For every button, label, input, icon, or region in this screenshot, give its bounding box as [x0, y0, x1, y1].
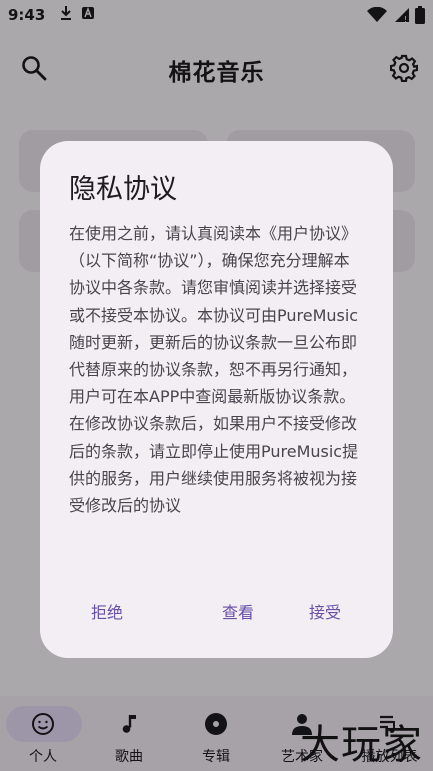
accept-button[interactable]: 接受	[309, 599, 341, 623]
watermark-text: 大玩家	[300, 722, 423, 768]
dialog-body: 在使用之前，请认真阅读本《用户协议》（以下简称“协议”），确保您充分理解本协议中…	[69, 224, 359, 516]
dialog-title: 隐私协议	[69, 174, 177, 205]
view-button[interactable]: 查看	[222, 599, 254, 623]
privacy-dialog: 隐私协议 在使用之前，请认真阅读本《用户协议》（以下简称“协议”），确保您充分理…	[40, 141, 393, 658]
reject-button[interactable]: 拒绝	[91, 599, 123, 623]
